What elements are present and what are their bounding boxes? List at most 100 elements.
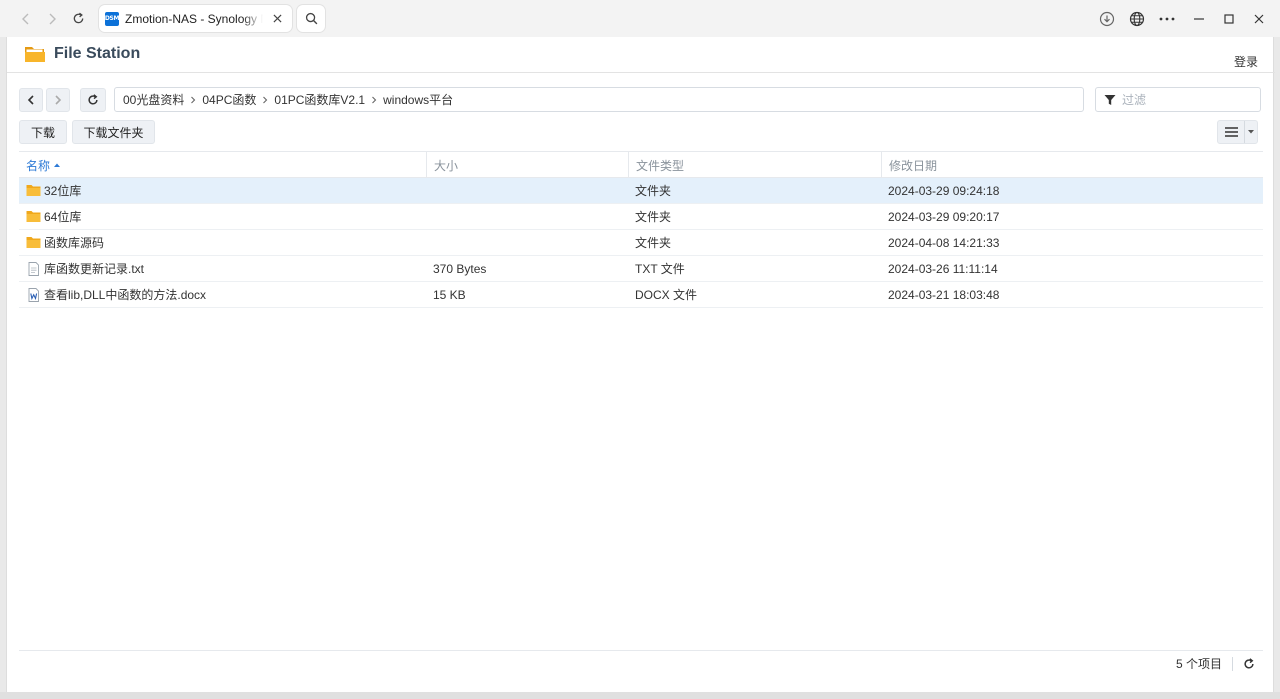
browser-tab[interactable]: DSM Zmotion-NAS - Synology NAS — [99, 5, 292, 32]
table-row[interactable]: 64位库 文件夹 2024-03-29 09:20:17 — [19, 204, 1263, 230]
status-bar: 5 个项目 — [19, 650, 1263, 676]
file-size-cell: 370 Bytes — [433, 261, 487, 276]
refresh-icon — [88, 94, 98, 105]
file-name-cell: 查看lib,DLL中函数的方法.docx — [26, 282, 206, 307]
app-title: File Station — [54, 45, 141, 62]
file-size-cell: 15 KB — [433, 287, 466, 302]
browser-reload-button[interactable] — [65, 6, 91, 32]
search-icon — [305, 12, 317, 25]
globe-icon — [1129, 11, 1145, 26]
maximize-button[interactable] — [1214, 4, 1244, 34]
divider — [1232, 656, 1233, 671]
file-type-cell: 文件夹 — [635, 210, 672, 224]
browser-back-button[interactable] — [13, 6, 39, 32]
app-header: File Station 登录 — [7, 37, 1275, 73]
column-header-label: 名称 — [26, 158, 51, 173]
file-modified-cell: 2024-04-08 14:21:33 — [888, 235, 1000, 250]
close-icon — [1254, 14, 1264, 23]
maximize-icon — [1224, 13, 1234, 24]
chevron-right-icon — [371, 96, 377, 104]
item-count: 5 个项目 — [1175, 657, 1222, 671]
more-dots-icon — [1159, 17, 1175, 20]
file-type-cell: TXT 文件 — [635, 262, 685, 276]
list-view-button[interactable] — [1218, 121, 1245, 143]
file-list-table: 名称 大小 文件类型 修改日期 32位库 文件夹 2024-03-29 09:2… — [19, 151, 1263, 308]
close-icon — [272, 14, 282, 23]
table-row[interactable]: 查看lib,DLL中函数的方法.docx 15 KB DOCX 文件 2024-… — [19, 282, 1263, 308]
breadcrumb-item-current[interactable]: windows平台 — [383, 91, 453, 108]
chevron-left-icon — [22, 13, 29, 24]
column-header-size[interactable]: 大小 — [426, 152, 628, 178]
tab-title: Zmotion-NAS - Synology NAS — [125, 11, 263, 26]
folder-icon — [26, 211, 41, 222]
breadcrumb-item[interactable]: 00光盘资料 — [123, 91, 184, 108]
file-type-cell: DOCX 文件 — [635, 288, 698, 302]
file-modified-cell: 2024-03-26 11:11:14 — [888, 261, 998, 276]
breadcrumb-item[interactable]: 04PC函数 — [202, 91, 256, 108]
word-file-icon — [28, 287, 39, 302]
tab-search-button[interactable] — [297, 5, 325, 32]
folder-logo-icon — [24, 43, 46, 65]
window-controls — [1092, 0, 1280, 37]
translate-button[interactable] — [1122, 4, 1152, 34]
file-name-cell: 库函数更新记录.txt — [26, 256, 144, 281]
filter-field[interactable] — [1095, 87, 1261, 112]
file-type-cell: 文件夹 — [635, 184, 672, 198]
browser-toolbar: DSM Zmotion-NAS - Synology NAS — [0, 0, 1280, 37]
tab-close-button[interactable] — [269, 11, 285, 27]
table-row[interactable]: 32位库 文件夹 2024-03-29 09:24:18 — [19, 178, 1263, 204]
forward-button[interactable] — [46, 88, 70, 112]
chevron-right-icon — [55, 95, 62, 105]
file-name-cell: 函数库源码 — [26, 230, 104, 255]
download-button[interactable]: 下载 — [19, 120, 67, 144]
sort-ascending-icon — [54, 163, 61, 167]
browser-forward-button[interactable] — [39, 6, 65, 32]
minimize-button[interactable] — [1184, 4, 1214, 34]
breadcrumb-item[interactable]: 01PC函数库V2.1 — [274, 91, 365, 108]
table-header: 名称 大小 文件类型 修改日期 — [19, 151, 1263, 178]
filter-input[interactable] — [1122, 92, 1252, 107]
refresh-button[interactable] — [80, 88, 106, 112]
view-dropdown-button[interactable] — [1245, 121, 1257, 143]
folder-icon — [26, 237, 41, 248]
chevron-right-icon — [49, 13, 56, 24]
text-file-icon — [28, 261, 39, 276]
reload-icon — [73, 12, 83, 24]
minimize-icon — [1194, 17, 1204, 20]
file-name: 64位库 — [44, 210, 82, 224]
download-circle-icon — [1099, 11, 1115, 26]
file-name-cell: 64位库 — [26, 204, 81, 229]
table-row[interactable]: 库函数更新记录.txt 370 Bytes TXT 文件 2024-03-26 … — [19, 256, 1263, 282]
file-name: 库函数更新记录.txt — [44, 262, 145, 276]
file-modified-cell: 2024-03-29 09:24:18 — [888, 183, 1000, 198]
file-name-cell: 32位库 — [26, 178, 81, 203]
filter-funnel-icon — [1104, 94, 1116, 105]
back-button[interactable] — [19, 88, 43, 112]
file-type-cell: 文件夹 — [635, 236, 672, 250]
column-header-name[interactable]: 名称 — [19, 152, 426, 178]
file-station-window: File Station 登录 00光盘资料 04PC函数 01PC函数库V2.… — [6, 37, 1275, 692]
taskbar-strip — [0, 692, 1280, 699]
refresh-icon — [1244, 657, 1254, 669]
view-mode-button[interactable] — [1217, 120, 1258, 144]
login-link[interactable]: 登录 — [1234, 53, 1258, 70]
download-folder-button[interactable]: 下载文件夹 — [72, 120, 155, 144]
column-header-modified[interactable]: 修改日期 — [881, 152, 1263, 178]
dsm-favicon-icon: DSM — [105, 11, 119, 26]
file-name: 查看lib,DLL中函数的方法.docx — [44, 288, 207, 302]
close-window-button[interactable] — [1244, 4, 1274, 34]
file-modified-cell: 2024-03-21 18:03:48 — [888, 287, 1000, 302]
footer-refresh-button[interactable] — [1241, 656, 1257, 672]
chevron-right-icon — [190, 96, 196, 104]
list-view-icon — [1224, 127, 1238, 137]
file-name: 函数库源码 — [44, 236, 105, 250]
file-modified-cell: 2024-03-29 09:20:17 — [888, 209, 1000, 224]
breadcrumb: 00光盘资料 04PC函数 01PC函数库V2.1 windows平台 — [114, 87, 1084, 112]
column-header-type[interactable]: 文件类型 — [628, 152, 881, 178]
more-button[interactable] — [1152, 4, 1182, 34]
downloads-button[interactable] — [1092, 4, 1122, 34]
caret-down-icon — [1248, 130, 1254, 134]
table-row[interactable]: 函数库源码 文件夹 2024-04-08 14:21:33 — [19, 230, 1263, 256]
file-name: 32位库 — [44, 184, 82, 198]
chevron-right-icon — [262, 96, 268, 104]
